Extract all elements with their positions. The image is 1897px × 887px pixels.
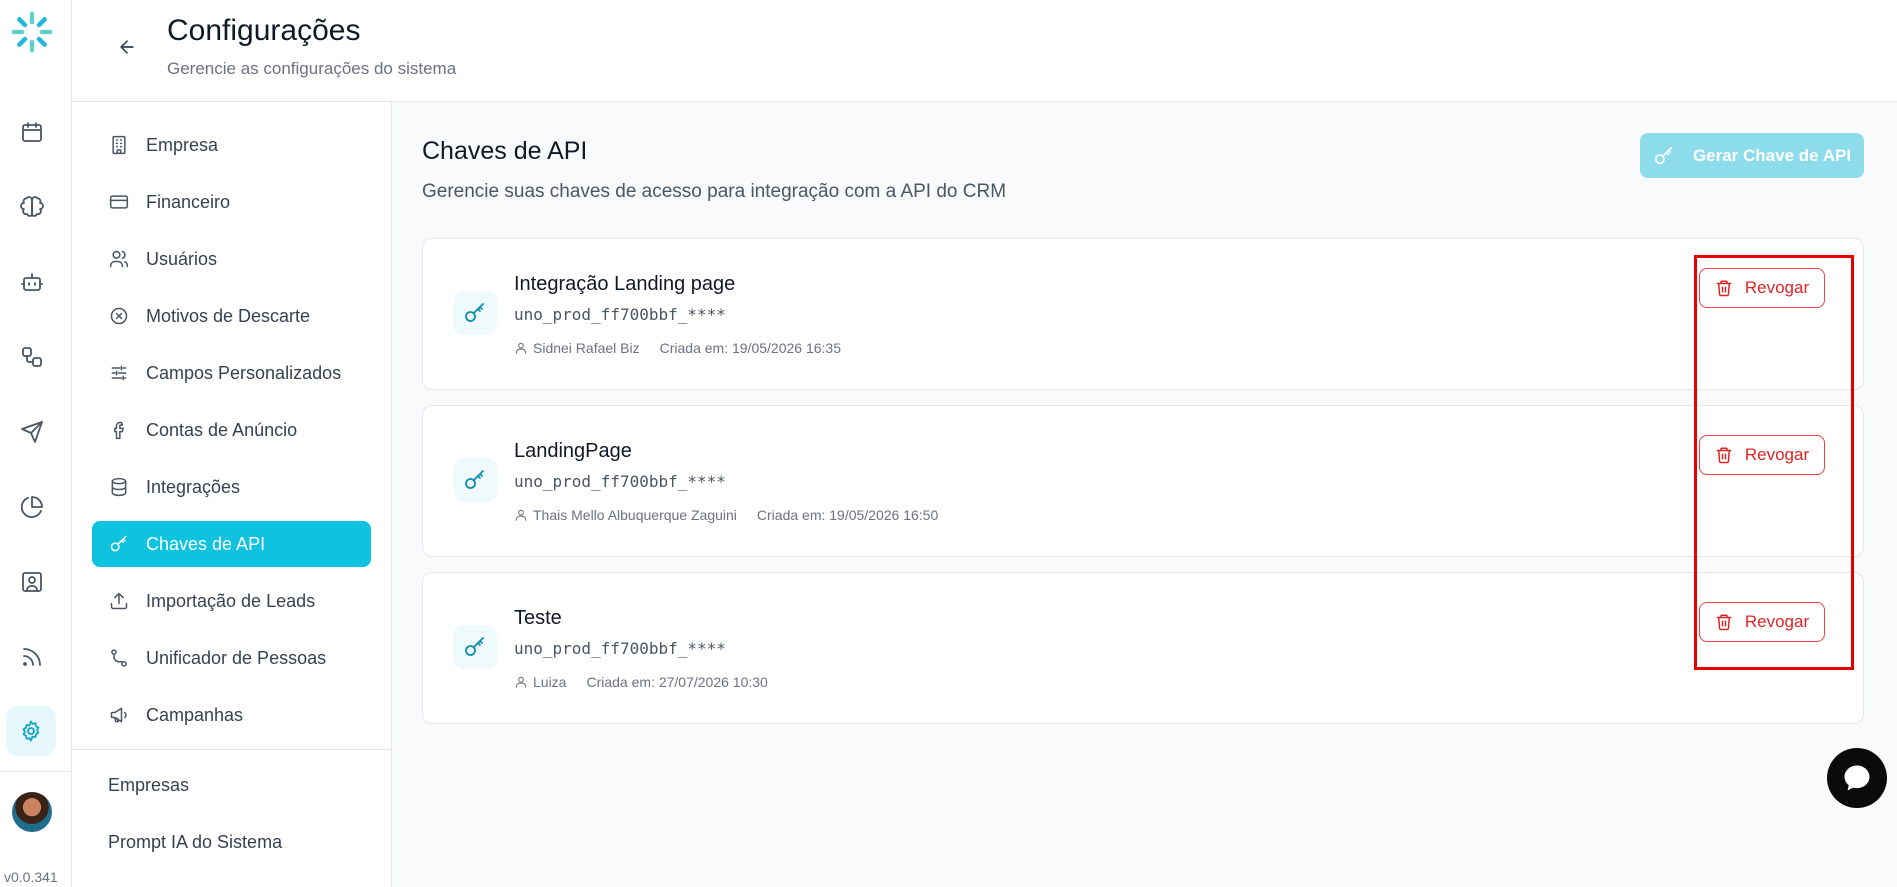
nav-item-empresas[interactable]: Empresas [108,775,189,796]
rss-icon[interactable] [16,641,48,673]
app-version: v0.0.341 [4,869,58,885]
api-key-value: uno_prod_ff700bbf_**** [514,472,726,491]
sliders-icon [109,363,129,383]
nav-item-campos-personalizados[interactable]: Campos Personalizados [92,350,371,396]
merge-icon [109,648,129,668]
credit-card-icon [109,192,129,212]
revoke-label: Revogar [1744,445,1810,464]
page-subtitle: Gerencie as configurações do sistema [167,59,457,78]
api-key-value: uno_prod_ff700bbf_**** [514,639,726,658]
nav-item-financeiro[interactable]: Financeiro [92,179,371,225]
nav-item-label: Importação de Leads [146,590,316,611]
nav-item-usuarios[interactable]: Usuários [92,236,371,282]
revoke-label: Revogar [1744,612,1810,631]
revoke-button[interactable]: Revogar [1699,435,1825,475]
api-key-card: Teste uno_prod_ff700bbf_**** Luiza Criad… [422,572,1864,724]
api-key-name: LandingPage [514,440,632,462]
api-key-meta: Luiza Criada em: 27/07/2026 10:30 [514,674,768,690]
nav-item-label: Contas de Anúncio [146,419,298,440]
api-key-card: LandingPage uno_prod_ff700bbf_**** Thais… [422,405,1864,557]
nav-item-empresa[interactable]: Empresa [92,122,371,168]
generate-api-key-button[interactable]: Gerar Chave de API [1640,133,1864,178]
page-title: Configurações [167,14,361,47]
api-key-name: Integração Landing page [514,273,736,295]
page-header: Configurações Gerencie as configurações … [72,0,1897,102]
building-icon [109,135,129,155]
trash-icon [1716,447,1732,464]
nav-divider [72,749,392,750]
brain-icon[interactable] [16,191,48,223]
nav-item-integracoes[interactable]: Integrações [92,464,371,510]
section-subtitle: Gerencie suas chaves de acesso para inte… [422,181,1007,202]
pie-chart-icon[interactable] [16,491,48,523]
key-icon [453,291,497,335]
avatar[interactable] [12,792,52,832]
nav-item-motivos-descarte[interactable]: Motivos de Descarte [92,293,371,339]
api-key-created: Criada em: 19/05/2026 16:35 [659,340,841,356]
key-icon [1654,146,1673,164]
revoke-label: Revogar [1744,278,1810,297]
key-icon [453,458,497,502]
user-icon [515,509,527,521]
contact-icon[interactable] [16,566,48,598]
back-button[interactable] [112,32,142,62]
workflow-icon[interactable] [16,341,48,373]
nav-item-label: Campos Personalizados [146,362,342,383]
nav-item-contas-anuncio[interactable]: Contas de Anúncio [92,407,371,453]
bot-icon[interactable] [16,266,48,298]
user-icon [515,342,527,354]
api-key-created: Criada em: 27/07/2026 10:30 [586,674,768,690]
nav-item-label: Integrações [146,476,241,497]
key-icon [109,534,129,554]
upload-icon [109,591,129,611]
api-key-card: Integração Landing page uno_prod_ff700bb… [422,238,1864,390]
gear-icon[interactable] [6,706,56,756]
megaphone-icon [109,705,129,725]
users-icon [109,249,129,269]
api-key-meta: Thais Mello Albuquerque Zaguini Criada e… [514,507,938,523]
nav-item-campanhas[interactable]: Campanhas [92,692,371,738]
nav-item-label: Empresa [146,134,219,155]
nav-item-label: Usuários [146,248,218,269]
api-key-name: Teste [514,607,562,629]
api-key-user: Thais Mello Albuquerque Zaguini [533,507,737,523]
rail-divider [0,771,72,772]
api-key-created: Criada em: 19/05/2026 16:50 [756,507,939,523]
send-icon[interactable] [16,416,48,448]
circle-x-icon [109,306,129,326]
nav-item-label: Campanhas [146,704,244,725]
user-icon [515,676,527,688]
nav-item-prompt-ia[interactable]: Prompt IA do Sistema [108,832,282,853]
trash-icon [1716,614,1732,631]
facebook-icon [109,420,129,440]
nav-item-label: Chaves de API [146,533,266,554]
settings-nav: Empresa Financeiro Usuários Motivos de D… [72,102,392,887]
nav-item-unificador-pessoas[interactable]: Unificador de Pessoas [92,635,371,681]
icon-rail: v0.0.341 [0,0,72,887]
chat-button[interactable] [1827,748,1887,808]
main-content: Chaves de API Gerencie suas chaves de ac… [392,102,1897,887]
nav-item-label: Financeiro [146,191,231,212]
revoke-button[interactable]: Revogar [1699,268,1825,308]
api-key-meta: Sidnei Rafael Biz Criada em: 19/05/2026 … [514,340,841,356]
calendar-icon[interactable] [16,116,48,148]
api-key-value: uno_prod_ff700bbf_**** [514,305,726,324]
nav-item-chaves-api[interactable]: Chaves de API [92,521,371,567]
revoke-button[interactable]: Revogar [1699,602,1825,642]
section-title: Chaves de API [422,137,588,165]
nav-item-label: Unificador de Pessoas [146,647,327,668]
logo-icon[interactable] [8,8,56,56]
chat-bubble-icon [1844,765,1870,791]
nav-item-importacao-leads[interactable]: Importação de Leads [92,578,371,624]
generate-api-key-label: Gerar Chave de API [1692,145,1852,165]
nav-item-label: Motivos de Descarte [146,305,311,326]
api-key-user: Sidnei Rafael Biz [533,340,640,356]
key-icon [453,625,497,669]
database-icon [109,477,129,497]
api-key-user: Luiza [533,674,567,690]
trash-icon [1716,280,1732,297]
arrow-left-icon [120,40,134,54]
